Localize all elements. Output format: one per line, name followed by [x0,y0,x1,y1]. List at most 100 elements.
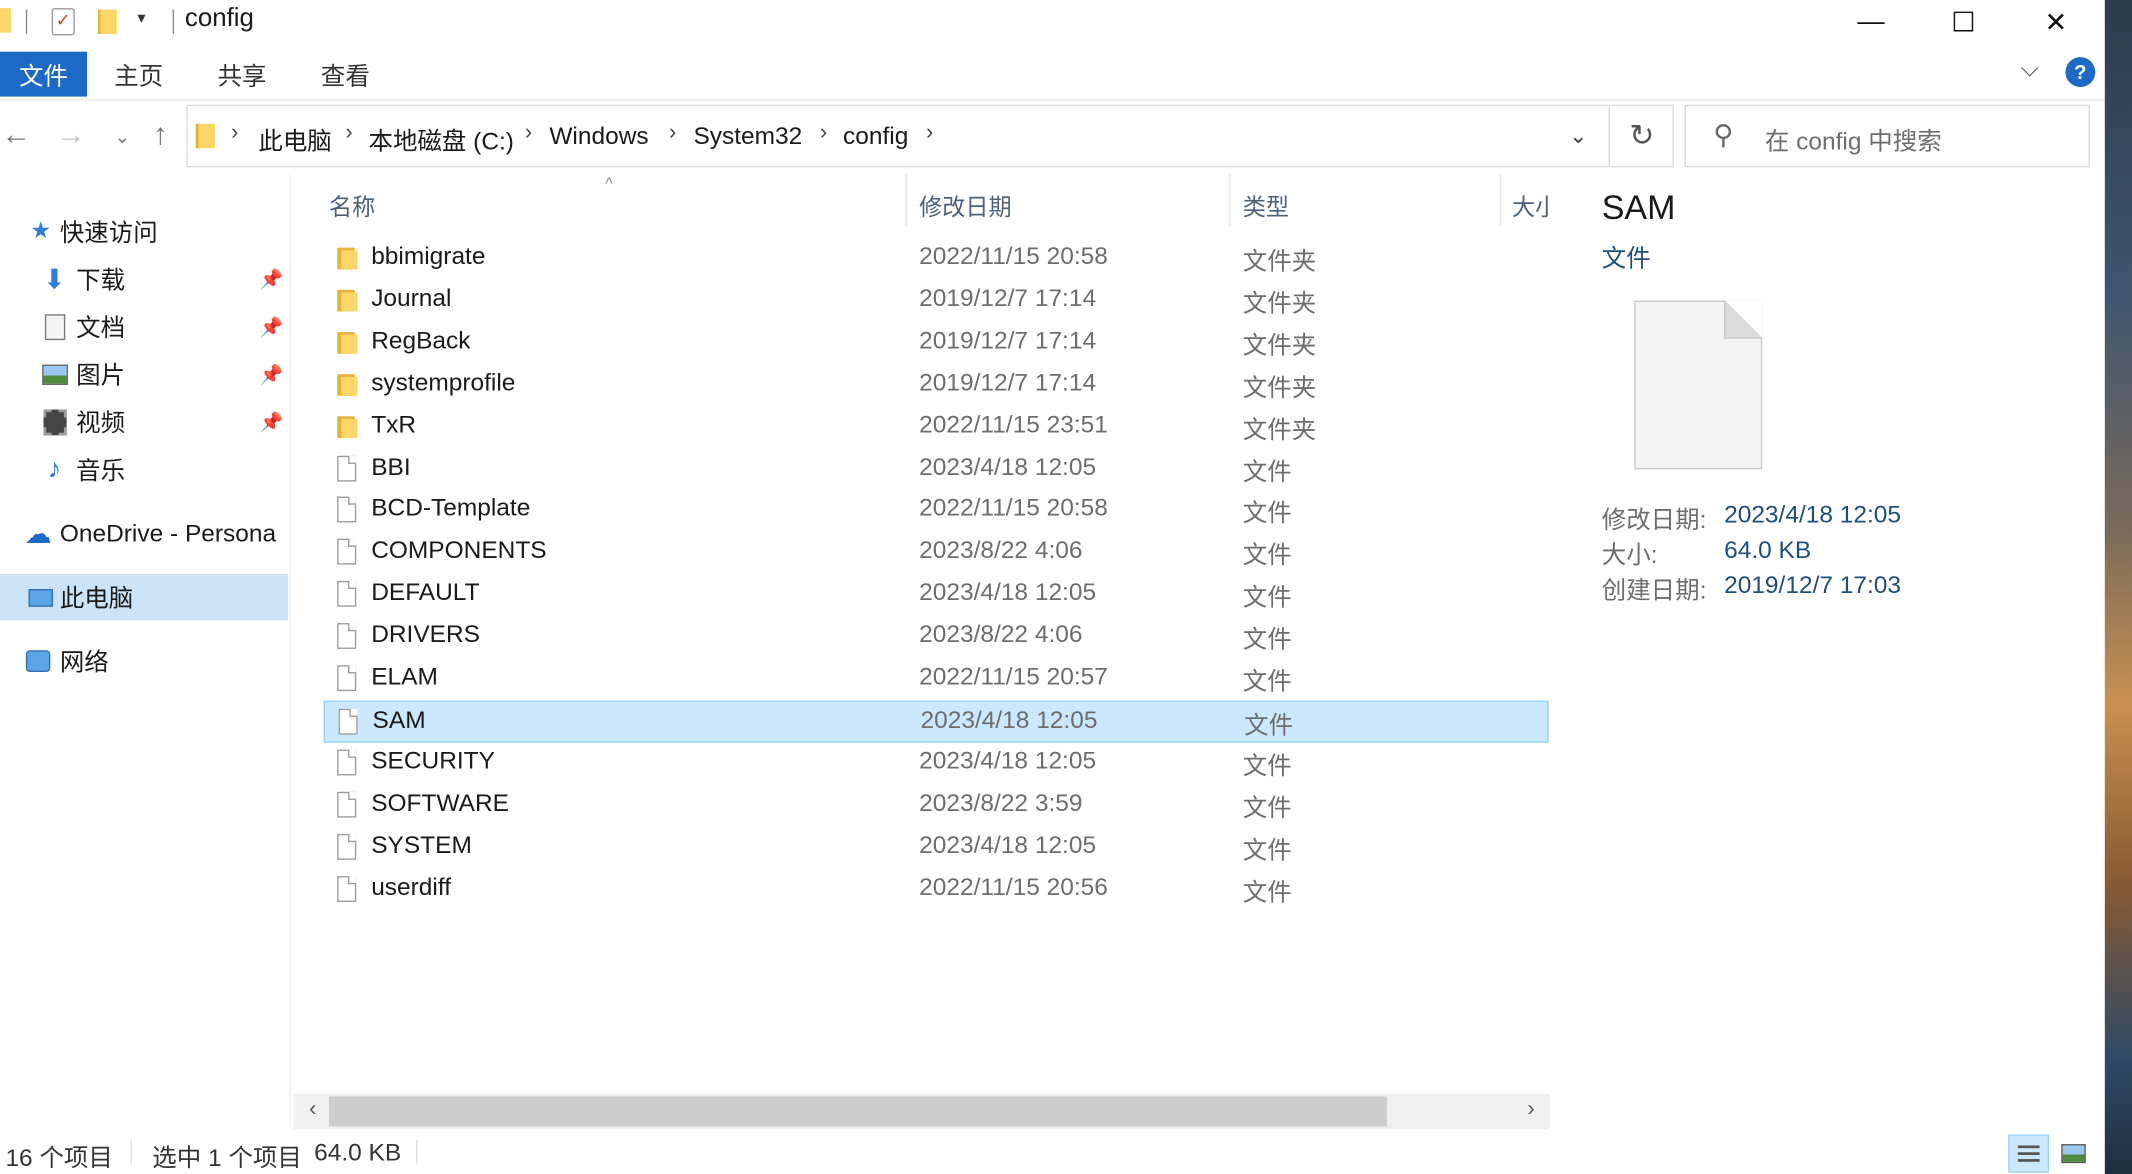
file-row[interactable]: systemprofile 2019/12/7 17:14 文件夹 [324,364,1549,406]
scroll-right-arrow-icon[interactable]: › [1517,1098,1544,1122]
file-name: SAM [372,705,426,734]
file-icon [338,708,358,735]
preview-type: 文件 [1601,244,1651,273]
address-bar[interactable]: › 此电脑 › 本地磁盘 (C:) › Windows › System32 ›… [186,104,1610,168]
sidebar-item-music[interactable]: ♪ 音乐 [0,446,288,492]
file-type: 文件 [1242,625,1292,654]
file-row[interactable]: userdiff 2022/11/15 20:56 文件 [324,869,1549,911]
pin-icon[interactable]: 📌 [260,410,284,433]
horizontal-scrollbar[interactable]: ‹ › [293,1093,1551,1130]
file-row[interactable]: SYSTEM 2023/4/18 12:05 文件 [324,827,1549,869]
folder-icon [337,289,358,312]
file-icon [337,455,357,481]
file-row[interactable]: SECURITY 2023/4/18 12:05 文件 [324,743,1549,785]
sidebar-item-network[interactable]: 网络 [0,638,288,684]
details-view-icon[interactable] [2008,1134,2050,1173]
file-row[interactable]: ELAM 2022/11/15 20:57 文件 [324,658,1549,700]
address-history-chevron-icon[interactable]: ⌄ [1569,122,1587,149]
sidebar-item-label: OneDrive - Persona [59,518,277,547]
column-divider[interactable] [905,174,907,226]
folder-icon [337,247,358,270]
file-row[interactable]: Journal 2019/12/7 17:14 文件夹 [324,280,1549,322]
file-name: RegBack [371,326,471,354]
sidebar-item-onedrive[interactable]: ☁ OneDrive - Persona [0,510,288,556]
file-row[interactable]: SAM 2023/4/18 12:05 文件 [323,700,1549,743]
file-type: 文件 [1242,541,1292,570]
column-header-name[interactable]: 名称 [329,188,375,222]
file-name: bbimigrate [371,242,486,270]
sidebar-item-quick-access[interactable]: ★ 快速访问 [0,208,288,254]
breadcrumb-separator-icon[interactable]: › [820,121,827,145]
file-row[interactable]: TxR 2022/11/15 23:51 文件夹 [324,406,1549,448]
pin-icon[interactable]: 📌 [260,315,284,338]
file-row[interactable]: DEFAULT 2023/4/18 12:05 文件 [324,574,1549,616]
up-arrow-icon[interactable]: ↑ [141,117,179,152]
selection-size: 64.0 KB [314,1138,402,1166]
tab-view[interactable]: 查看 [313,53,378,97]
close-button[interactable]: ✕ [2010,0,2102,44]
breadcrumb-system32[interactable]: System32 [693,122,802,151]
column-header-type[interactable]: 类型 [1243,188,1289,222]
file-row[interactable]: bbimigrate 2022/11/15 20:58 文件夹 [324,238,1549,280]
breadcrumb-separator-icon[interactable]: › [345,121,352,145]
back-arrow-icon[interactable]: ← [0,117,35,152]
properties-icon[interactable]: ✓ [51,8,75,36]
maximize-button[interactable]: ☐ [1917,0,2009,44]
file-modified-date: 2019/12/7 17:14 [919,326,1097,354]
pin-icon[interactable]: 📌 [260,267,284,290]
minimize-button[interactable]: — [1825,0,1917,44]
pin-icon[interactable]: 📌 [260,363,284,386]
file-modified-date: 2023/4/18 12:05 [919,830,1097,858]
selection-count: 选中 1 个项目 [152,1144,302,1172]
file-name: Journal [371,284,452,312]
column-header-size[interactable]: 大小 [1512,188,1550,222]
file-row[interactable]: SOFTWARE 2023/8/22 3:59 文件 [324,785,1549,827]
breadcrumb-separator-icon[interactable]: › [669,121,676,145]
file-type: 文件 [1242,878,1292,906]
sidebar-item-videos[interactable]: 视频 📌 [0,399,288,445]
scrollbar-thumb[interactable] [329,1096,1387,1127]
breadcrumb-separator-icon[interactable]: › [525,121,532,145]
sidebar-item-downloads[interactable]: ⬇ 下载 📌 [0,256,288,302]
file-modified-date: 2023/4/18 12:05 [919,578,1097,606]
column-header-date[interactable]: 修改日期 [919,188,1011,222]
quick-access-dropdown-icon[interactable]: ▾ [137,8,145,27]
file-row[interactable]: COMPONENTS 2023/8/22 4:06 文件 [324,532,1549,574]
tab-home[interactable]: 主页 [106,53,171,97]
forward-arrow-icon[interactable]: → [52,117,90,152]
file-row[interactable]: BBI 2023/4/18 12:05 文件 [324,448,1549,490]
expand-ribbon-chevron-icon[interactable]: ⌵ [2021,54,2040,83]
file-icon [337,497,357,523]
breadcrumb-config[interactable]: config [843,122,908,151]
file-modified-date: 2023/8/22 3:59 [919,788,1083,816]
item-count: 16 个项目 [5,1144,113,1172]
sidebar-item-documents[interactable]: 文档 📌 [0,303,288,349]
breadcrumb-this-pc[interactable]: 此电脑 [258,122,331,157]
breadcrumb-separator-icon[interactable]: › [231,121,238,145]
file-row[interactable]: BCD-Template 2022/11/15 20:58 文件 [324,490,1549,532]
breadcrumb-windows[interactable]: Windows [549,122,648,151]
column-divider[interactable] [1229,174,1231,226]
refresh-button[interactable]: ↻ [1611,104,1674,168]
file-icon [337,749,357,776]
help-icon[interactable]: ? [2065,57,2096,88]
pane-divider[interactable] [289,174,291,1127]
large-icons-view-icon[interactable] [2053,1135,2094,1173]
file-name: COMPONENTS [371,536,547,564]
sidebar-item-this-pc[interactable]: 此电脑 [0,574,289,621]
breadcrumb-separator-icon[interactable]: › [926,121,933,145]
tab-file[interactable]: 文件 [0,51,88,97]
scroll-left-arrow-icon[interactable]: ‹ [299,1098,326,1122]
tab-share[interactable]: 共享 [209,53,274,97]
column-divider[interactable] [1499,174,1502,226]
file-row[interactable]: RegBack 2019/12/7 17:14 文件夹 [324,322,1549,364]
new-folder-icon[interactable] [97,9,117,35]
file-row[interactable]: DRIVERS 2023/8/22 4:06 文件 [324,616,1549,658]
search-box[interactable]: ⚲ 在 config 中搜索 [1684,104,2090,168]
folder-small-icon [0,8,11,33]
file-type: 文件 [1242,457,1292,485]
sidebar-item-pictures[interactable]: 图片 📌 [0,351,288,397]
breadcrumb-local-disk[interactable]: 本地磁盘 (C:) [368,122,513,157]
recent-locations-chevron-icon[interactable]: ⌄ [103,125,141,148]
refresh-icon: ↻ [1629,118,1655,153]
